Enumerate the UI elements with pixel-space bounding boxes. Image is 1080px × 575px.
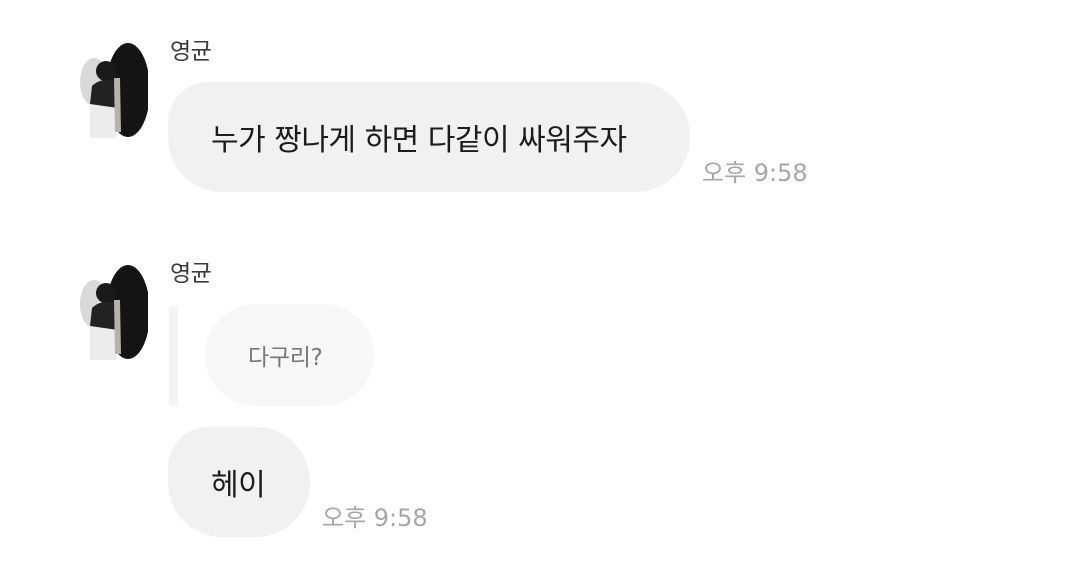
- message-text: 누가 짱나게 하면 다같이 싸워주자: [211, 123, 627, 158]
- message-text: 헤이: [211, 468, 266, 503]
- reply-quote[interactable]: 다구리?: [205, 304, 374, 406]
- profile-photo-icon: [74, 260, 148, 364]
- message-time: 오후 9:58: [322, 504, 428, 532]
- sender-name: 영균: [170, 39, 212, 65]
- message-time: 오후 9:58: [702, 159, 808, 187]
- message-bubble[interactable]: 누가 짱나게 하면 다같이 싸워주자: [168, 82, 690, 192]
- profile-photo-icon: [74, 38, 148, 142]
- sender-name: 영균: [170, 261, 212, 287]
- avatar[interactable]: [74, 260, 148, 364]
- avatar[interactable]: [74, 38, 148, 142]
- message-bubble[interactable]: 헤이: [168, 427, 310, 537]
- reply-quote-bar: [169, 306, 178, 406]
- chat-view: 영균 누가 짱나게 하면 다같이 싸워주자 오후 9:58 영균 다구리? 헤이: [0, 0, 1080, 575]
- reply-quote-text: 다구리?: [248, 345, 323, 371]
